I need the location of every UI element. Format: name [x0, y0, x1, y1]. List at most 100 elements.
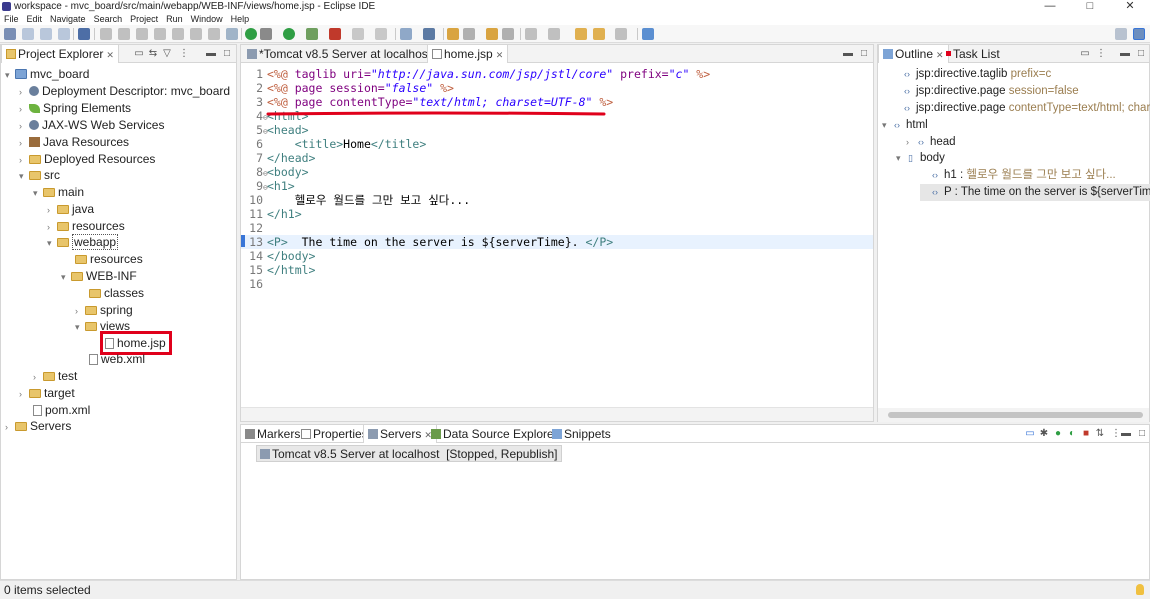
- back-icon[interactable]: [593, 28, 605, 40]
- outline-scrollbar[interactable]: [878, 408, 1149, 422]
- jee-perspective-icon[interactable]: [1133, 28, 1145, 40]
- scrollbar-thumb[interactable]: [888, 412, 1143, 418]
- tab-snippets[interactable]: Snippets: [548, 425, 615, 443]
- prev-annotation-icon[interactable]: [548, 28, 560, 40]
- save-all-icon[interactable]: [40, 28, 52, 40]
- debug-icon[interactable]: [260, 28, 272, 40]
- open-type-icon[interactable]: [447, 28, 459, 40]
- horizontal-scrollbar[interactable]: [241, 407, 873, 421]
- external-tools-icon[interactable]: [329, 28, 341, 40]
- terminal-icon[interactable]: [78, 28, 90, 40]
- filter-icon[interactable]: ▽: [162, 49, 172, 59]
- tree-item-jaxws[interactable]: ›JAX-WS Web Services: [19, 117, 164, 134]
- view-menu-icon[interactable]: ⋮: [179, 49, 189, 59]
- tree-item-spring-elements[interactable]: ›Spring Elements: [19, 100, 131, 117]
- code-line[interactable]: 5⊖<head>: [241, 123, 873, 137]
- menu-search[interactable]: Search: [90, 13, 127, 25]
- tab-task-list[interactable]: Task List: [942, 45, 1004, 63]
- publish-icon[interactable]: ⇅: [1095, 429, 1105, 439]
- minimize-view-icon[interactable]: ▬: [843, 49, 853, 59]
- code-line[interactable]: 16: [241, 277, 873, 291]
- open-task-icon[interactable]: [486, 28, 498, 40]
- menu-navigate[interactable]: Navigate: [46, 13, 90, 25]
- outline-item[interactable]: ‹›jsp:directive.page contentType=text/ht…: [892, 100, 1150, 117]
- skip-breakpoints-icon[interactable]: [100, 28, 112, 40]
- tree-item-pom-xml[interactable]: pom.xml: [33, 402, 90, 419]
- outline-item[interactable]: ‹›P : The time on the server is ${server…: [920, 184, 1150, 201]
- lightbulb-icon[interactable]: [1136, 584, 1144, 595]
- new-java-project-icon[interactable]: [375, 28, 387, 40]
- tab-data-source-explorer[interactable]: Data Source Explorer: [427, 425, 562, 443]
- pin-editor-icon[interactable]: [642, 28, 654, 40]
- view-menu-icon[interactable]: ⋮: [1096, 49, 1106, 59]
- debug-server-icon[interactable]: ✱: [1039, 429, 1049, 439]
- toggle-mark-icon[interactable]: [502, 28, 514, 40]
- code-line[interactable]: 13 <P> The time on the server is ${serve…: [241, 235, 873, 249]
- print-icon[interactable]: [58, 28, 70, 40]
- tab-properties[interactable]: Properties: [297, 425, 372, 443]
- tab-markers[interactable]: Markers: [241, 425, 304, 443]
- last-edit-icon[interactable]: [575, 28, 587, 40]
- menu-help[interactable]: Help: [227, 13, 254, 25]
- search-icon[interactable]: [463, 28, 475, 40]
- view-menu-icon[interactable]: ⋮: [1111, 429, 1121, 439]
- new-server-icon[interactable]: [352, 28, 364, 40]
- minimize-button[interactable]: —: [1030, 0, 1070, 13]
- tree-item-web-inf[interactable]: ▾WEB-INF: [61, 268, 137, 285]
- maximize-button[interactable]: □: [1070, 0, 1110, 13]
- tree-item-deployed-resources[interactable]: ›Deployed Resources: [19, 151, 155, 168]
- tree-item-webapp[interactable]: ▾webapp: [47, 234, 118, 251]
- outline-item[interactable]: ‹›h1 : 헬로우 월드를 그만 보고 싶다...: [920, 167, 1116, 184]
- menu-edit[interactable]: Edit: [23, 13, 47, 25]
- run-icon[interactable]: [283, 28, 295, 40]
- tree-item-web-xml[interactable]: web.xml: [89, 351, 145, 368]
- tree-item-webapp-resources[interactable]: resources: [75, 251, 143, 268]
- tree-toggle-icon[interactable]: ▾: [882, 117, 894, 134]
- menu-project[interactable]: Project: [126, 13, 162, 25]
- profile-server-icon[interactable]: ◐: [1067, 429, 1077, 439]
- outline-item[interactable]: ▾▯body: [896, 150, 945, 167]
- maximize-view-icon[interactable]: □: [222, 49, 232, 59]
- tree-item-main[interactable]: ▾main: [33, 184, 84, 201]
- code-line[interactable]: 7 </head>: [241, 151, 873, 165]
- code-line[interactable]: 6 <title>Home</title>: [241, 137, 873, 151]
- new-icon[interactable]: [4, 28, 16, 40]
- collapse-all-icon[interactable]: ▭: [1080, 49, 1090, 59]
- code-line[interactable]: 8⊖<body>: [241, 165, 873, 179]
- collapse-icon[interactable]: ▭: [1025, 429, 1035, 439]
- tree-item-java-resources[interactable]: ›Java Resources: [19, 134, 129, 151]
- code-line[interactable]: 1 <%@ taglib uri="http://java.sun.com/js…: [241, 67, 873, 81]
- new-package-icon[interactable]: [400, 28, 412, 40]
- step-over-icon[interactable]: [190, 28, 202, 40]
- code-line[interactable]: 15 </html>: [241, 263, 873, 277]
- minimize-view-icon[interactable]: ▬: [1121, 429, 1131, 439]
- start-server-icon[interactable]: ●: [1053, 429, 1063, 439]
- forward-icon[interactable]: [615, 28, 627, 40]
- outline-item[interactable]: ›‹›head: [906, 134, 956, 151]
- tab-outline[interactable]: Outline✕: [878, 45, 949, 63]
- tree-item-java[interactable]: ›java: [47, 201, 94, 218]
- code-line[interactable]: 11 </h1>: [241, 207, 873, 221]
- code-line[interactable]: 10 헬로우 월드를 그만 보고 싶다...: [241, 193, 873, 207]
- step-into-icon[interactable]: [172, 28, 184, 40]
- tree-item-spring[interactable]: ›spring: [75, 302, 133, 319]
- link-editor-icon[interactable]: ⇆: [148, 49, 158, 59]
- tree-item-src[interactable]: ▾src: [19, 167, 60, 184]
- tree-item-target[interactable]: ›target: [19, 385, 75, 402]
- maximize-view-icon[interactable]: □: [1137, 429, 1147, 439]
- menu-run[interactable]: Run: [162, 13, 187, 25]
- tree-item-resources[interactable]: ›resources: [47, 218, 125, 235]
- new-class-icon[interactable]: [423, 28, 435, 40]
- outline-item[interactable]: ‹›jsp:directive.taglib prefix=c: [892, 66, 1051, 83]
- tree-item-classes[interactable]: classes: [89, 285, 144, 302]
- coverage-icon[interactable]: [306, 28, 318, 40]
- menu-file[interactable]: File: [0, 13, 23, 25]
- tab-home-jsp[interactable]: home.jsp✕: [427, 45, 508, 63]
- close-icon[interactable]: ✕: [106, 50, 114, 60]
- server-row-tomcat[interactable]: Tomcat v8.5 Server at localhost [Stopped…: [256, 445, 562, 462]
- drop-to-frame-icon[interactable]: [226, 28, 238, 40]
- collapse-all-icon[interactable]: ▭: [134, 49, 144, 59]
- tree-item-servers[interactable]: ›Servers: [5, 418, 71, 435]
- suspend-icon[interactable]: [136, 28, 148, 40]
- maximize-view-icon[interactable]: □: [859, 49, 869, 59]
